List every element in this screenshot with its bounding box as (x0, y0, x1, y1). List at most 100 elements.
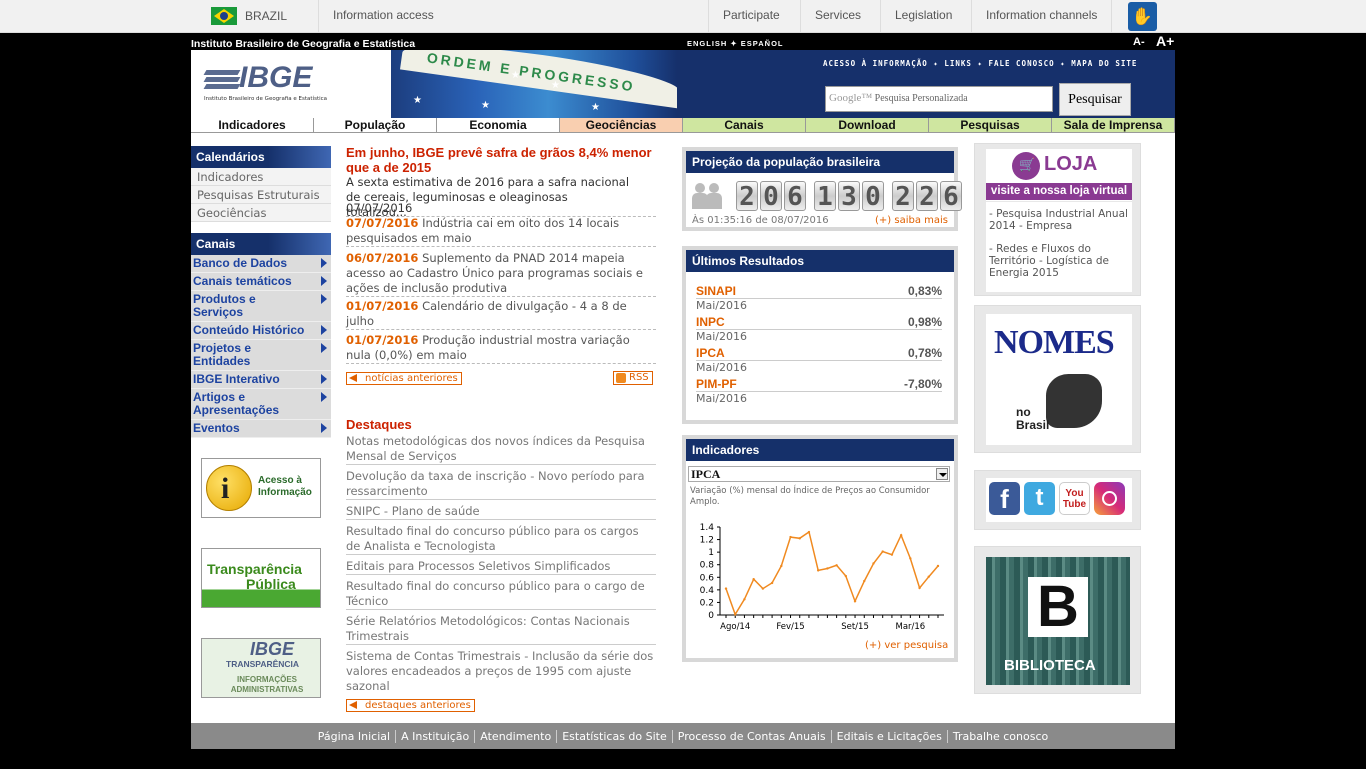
footer-link[interactable]: Atendimento (474, 730, 557, 743)
footer-link[interactable]: Editais e Licitações (830, 730, 947, 743)
destaque-item[interactable]: Sistema de Contas Trimestrais - Inclusão… (346, 649, 656, 694)
footer-link[interactable]: Estatísticas do Site (556, 730, 672, 743)
chart-point (724, 587, 728, 590)
chart-point (798, 537, 801, 540)
loja-item-1[interactable]: - Pesquisa Industrial Anual 2014 - Empre… (989, 208, 1129, 232)
loja-item-2[interactable]: - Redes e Fluxos do Território - Logísti… (989, 243, 1129, 279)
destaque-item[interactable]: Resultado final do concurso público para… (346, 524, 656, 555)
population-digit: 0 (760, 181, 782, 212)
rss-link[interactable]: RSS (613, 371, 653, 385)
population-more-link[interactable]: (+) saiba mais (875, 215, 948, 226)
chart-point (881, 550, 884, 553)
destaque-item[interactable]: Devolução da taxa de inscrição - Novo pe… (346, 469, 656, 500)
facebook-icon[interactable]: f (989, 482, 1020, 515)
canal-banco-de-dados[interactable]: Banco de Dados (191, 255, 331, 273)
calendar-item-geociencias[interactable]: Geociências (191, 204, 331, 222)
destaque-item[interactable]: Resultado final do concurso público para… (346, 579, 656, 610)
canal-ibge-interativo[interactable]: IBGE Interativo (191, 371, 331, 389)
indicator-select[interactable]: IPCA (688, 466, 950, 482)
chart-y-tick-label: 1 (708, 548, 714, 558)
results-box: Últimos Resultados SINAPI 0,83% Mai/2016 IN… (682, 246, 958, 424)
info-access-link[interactable]: Information access (318, 0, 448, 33)
nav-tab-5[interactable]: Download (806, 118, 929, 133)
search-input[interactable]: Google™ Pesquisa Personalizada (825, 86, 1053, 112)
ibge-logo[interactable]: IBGE Instituto Brasileiro de Geografia e… (191, 50, 391, 118)
flag-banner: ORDEM E PROGRESSO ★ ★ ★ ★ ★ (391, 50, 677, 118)
destaque-item[interactable]: Notas metodológicas dos novos índices da… (346, 434, 656, 465)
ibge-transparencia-badge[interactable]: IBGE TRANSPARÊNCIA INFORMAÇÕES ADMINISTR… (201, 638, 321, 698)
main-content: Calendários Indicadores Pesquisas Estrut… (191, 133, 1175, 723)
destaque-item[interactable]: Editais para Processos Seletivos Simplif… (346, 559, 656, 575)
news-item[interactable]: 06/07/2016 Suplemento da PNAD 2014 mapei… (346, 251, 656, 297)
language-links[interactable]: ENGLISH ✦ ESPAÑOL (687, 39, 784, 48)
youtube-icon[interactable]: You Tube (1059, 482, 1090, 515)
nomes-subtitle: no Brasil (1016, 405, 1050, 432)
ver-pesquisa-link[interactable]: (+) ver pesquisa (865, 640, 948, 651)
nav-tab-6[interactable]: Pesquisas (929, 118, 1052, 133)
accessibility-hand-icon[interactable]: ✋ (1128, 2, 1157, 31)
canal-canais-tematicos[interactable]: Canais temáticos (191, 273, 331, 291)
chart-point (835, 564, 838, 567)
govbar-services[interactable]: Services (800, 0, 875, 33)
header-top-links[interactable]: ACESSO À INFORMAÇÃO ✦ LINKS ✦ FALE CONOS… (823, 59, 1137, 68)
chart-y-tick-label: 0.8 (700, 561, 715, 571)
acesso-informacao-text: Acesso à Informação (258, 475, 312, 498)
loja-box[interactable]: 🛒 LOJA visite a nossa loja virtual - Pes… (974, 143, 1141, 296)
transparencia-publica-badge[interactable]: Transparência Pública (201, 548, 321, 608)
result-period: Mai/2016 (696, 361, 747, 374)
google-search-label: Google™ (829, 92, 873, 104)
footer-link[interactable]: Processo de Contas Anuais (671, 730, 831, 743)
calendar-item-pesquisas[interactable]: Pesquisas Estruturais (191, 186, 331, 204)
population-digit: 6 (940, 181, 962, 212)
govbar-participate[interactable]: Participate (708, 0, 794, 33)
calendar-item-indicadores[interactable]: Indicadores (191, 168, 331, 186)
font-decrease-button[interactable]: A- (1133, 36, 1145, 48)
canal-conteudo-historico[interactable]: Conteúdo Histórico (191, 322, 331, 340)
news-item[interactable]: 07/07/2016 Indústria cai em oito dos 14 … (346, 216, 656, 247)
footer-link[interactable]: A Instituição (395, 730, 475, 743)
news-item[interactable]: 01/07/2016 Produção industrial mostra va… (346, 333, 656, 364)
chart-point (899, 533, 903, 537)
destaque-item[interactable]: Série Relatórios Metodológicos: Contas N… (346, 614, 656, 645)
nomes-box[interactable]: NOMES no Brasil (974, 305, 1141, 453)
canal-produtos-servicos[interactable]: Produtos e Serviços (191, 291, 331, 322)
chart-point (761, 587, 765, 590)
calendarios-header: Calendários (191, 146, 331, 168)
twitter-icon[interactable]: t (1024, 482, 1055, 515)
destaque-item[interactable]: SNIPC - Plano de saúde (346, 504, 656, 520)
govbar-channels[interactable]: Information channels (971, 0, 1113, 33)
canal-projetos-entidades[interactable]: Projetos e Entidades (191, 340, 331, 371)
nav-tab-4[interactable]: Canais (683, 118, 806, 133)
acesso-informacao-badge[interactable]: i Acesso à Informação (201, 458, 321, 518)
nav-tab-3[interactable]: Geociências (560, 118, 683, 133)
canal-artigos[interactable]: Artigos e Apresentações (191, 389, 331, 420)
news-headline[interactable]: Em junho, IBGE prevê safra de grãos 8,4%… (346, 145, 656, 175)
loja-subtitle: visite a nossa loja virtual (986, 183, 1132, 200)
canal-eventos[interactable]: Eventos (191, 420, 331, 438)
search-button[interactable]: Pesquisar (1059, 83, 1131, 116)
result-period: Mai/2016 (696, 392, 747, 405)
govbar-legislation[interactable]: Legislation (880, 0, 966, 33)
nav-tab-1[interactable]: População (314, 118, 437, 133)
footer-link[interactable]: Trabalhe conosco (946, 730, 1054, 743)
biblioteca-box[interactable]: B BIBLIOTECA (974, 546, 1141, 694)
nav-tab-7[interactable]: Sala de Imprensa (1052, 118, 1175, 133)
previous-news-link[interactable]: notícias anteriores (346, 372, 462, 385)
country-label[interactable]: BRAZIL (245, 9, 287, 23)
chart-x-tick-label: Ago/14 (720, 622, 750, 632)
footer-link[interactable]: Página Inicial (313, 730, 395, 743)
previous-highlights-link[interactable]: destaques anteriores (346, 699, 475, 712)
chart-y-tick-label: 0 (708, 611, 714, 621)
result-row[interactable]: PIM-PF -7,80% Mai/2016 (696, 377, 942, 405)
result-row[interactable]: SINAPI 0,83% Mai/2016 (696, 284, 942, 312)
news-item[interactable]: 01/07/2016 Calendário de divulgação - 4 … (346, 299, 656, 330)
biblioteca-letter: B (1028, 577, 1088, 637)
nav-tab-0[interactable]: Indicadores (191, 118, 314, 133)
result-row[interactable]: INPC 0,98% Mai/2016 (696, 315, 942, 343)
nav-tab-2[interactable]: Economia (437, 118, 560, 133)
chart-point (770, 581, 774, 585)
brazil-map-icon (1046, 374, 1102, 428)
font-increase-button[interactable]: A+ (1156, 33, 1174, 49)
result-row[interactable]: IPCA 0,78% Mai/2016 (696, 346, 942, 374)
population-digit: 6 (784, 181, 806, 212)
